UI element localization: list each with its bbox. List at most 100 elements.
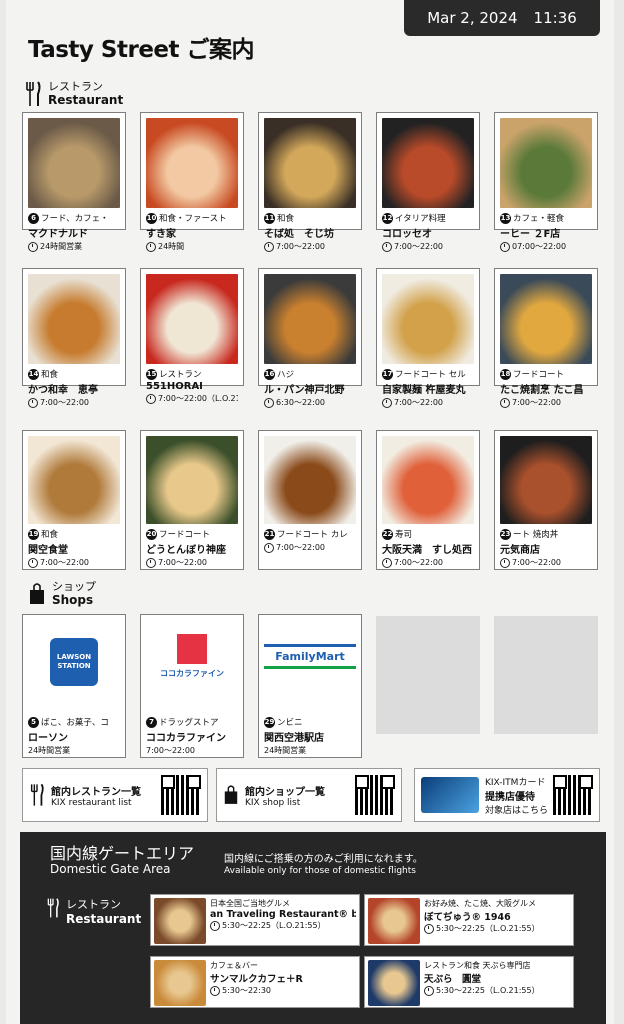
restaurant-hours: 7:00〜22:00 bbox=[276, 543, 326, 552]
restaurant-category-row: 16 ハジ bbox=[264, 368, 356, 380]
restaurant-list-link[interactable]: 館内レストラン一覧 KIX restaurant list bbox=[22, 768, 208, 822]
restaurant-name: たこ焼割烹 たこ昌 bbox=[500, 385, 584, 396]
domestic-restaurant-card[interactable]: レストラン和食 天ぷら専門店 天ぷら 圓堂 5:30〜22:25（L.O.21:… bbox=[364, 956, 574, 1008]
domestic-restaurant-photo bbox=[368, 960, 420, 1006]
restaurant-card[interactable]: 12 イタリア料理 コロッセオ 7:00〜22:00 bbox=[376, 112, 480, 252]
shop-hours-row: 7:00〜22:00 bbox=[146, 745, 238, 756]
restaurant-card[interactable]: 6 フード、カフェ・ マクドナルド 24時間営業 bbox=[22, 112, 126, 252]
restaurant-hours-row: 7:00〜22:00 bbox=[382, 241, 474, 252]
shop-card[interactable]: FamilyMart 29 ンビニ 関西空港駅店 24時間営業 bbox=[258, 614, 362, 758]
cocokara-logo-text: ココカラファイン bbox=[160, 669, 224, 678]
restaurant-hours: 7:00〜22:00 bbox=[394, 398, 444, 407]
restaurant-hours: 7:00〜22:00 bbox=[158, 558, 208, 567]
domestic-restaurant-hours: 5:30〜22:30 bbox=[222, 986, 272, 995]
clock-icon bbox=[210, 985, 220, 996]
domestic-title-en: Domestic Gate Area bbox=[50, 862, 171, 876]
restaurant-category: 和食 bbox=[277, 214, 295, 224]
domestic-section-jp: レストラン bbox=[66, 898, 121, 911]
restaurant-list-jp: 館内レストラン一覧 bbox=[51, 786, 141, 798]
shop-name: ローソン bbox=[28, 733, 68, 744]
restaurant-card[interactable]: 11 和食 そば処 そじ坊 7:00〜22:00 bbox=[258, 112, 362, 252]
domestic-restaurant-name: an Traveling Restaurant® by BC bbox=[210, 909, 356, 920]
restaurant-category-row: 13 カフェ・軽食 bbox=[500, 212, 592, 224]
domestic-restaurant-hours: 5:30〜22:25（L.O.21:55） bbox=[436, 924, 540, 933]
restaurant-name: そば処 そじ坊 bbox=[264, 229, 334, 240]
restaurant-category: レストラン bbox=[159, 370, 202, 380]
store-number: 21 bbox=[264, 528, 275, 540]
shop-section-jp: ショップ bbox=[52, 580, 96, 593]
fork-knife-icon bbox=[26, 81, 41, 106]
restaurant-name: コロッセオ bbox=[382, 229, 432, 240]
store-number: 13 bbox=[500, 212, 511, 224]
domestic-note-jp: 国内線にご搭乗の方のみご利用になれます。 bbox=[224, 854, 423, 865]
restaurant-hours-row: 7:00〜22:00（L.O.21 bbox=[146, 393, 238, 404]
store-number: 12 bbox=[382, 212, 393, 224]
restaurant-category: 和食・ファースト bbox=[159, 214, 227, 224]
restaurant-card[interactable]: 19 和食 関空食堂 7:00〜22:00 bbox=[22, 430, 126, 570]
restaurant-card[interactable]: 22 寿司 大阪天満 すし処西 7:00〜22:00 bbox=[376, 430, 480, 570]
domestic-restaurant-card[interactable]: 日本全国ご当地グルメ an Traveling Restaurant® by B… bbox=[150, 894, 360, 946]
restaurant-card[interactable]: 18 フードコート たこ焼割烹 たこ昌 7:00〜22:00 bbox=[494, 268, 598, 408]
shop-list-jp: 館内ショップ一覧 bbox=[245, 786, 325, 798]
restaurant-list-en: KIX restaurant list bbox=[51, 797, 132, 808]
restaurant-photo bbox=[382, 118, 474, 208]
shop-hours: 24時間営業 bbox=[28, 746, 71, 755]
restaurant-photo bbox=[28, 436, 120, 524]
shop-logo-area: ココカラファイン bbox=[146, 620, 238, 712]
domestic-restaurant-card[interactable]: カフェ＆バー サンマルクカフェ＋R 5:30〜22:30 bbox=[150, 956, 360, 1008]
domestic-title-jp: 国内線ゲートエリア bbox=[50, 844, 195, 863]
shop-list-link[interactable]: 館内ショップ一覧 KIX shop list bbox=[216, 768, 402, 822]
restaurant-card[interactable]: 14 和食 かつ和幸 恵亭 7:00〜22:00 bbox=[22, 268, 126, 408]
restaurant-photo bbox=[146, 118, 238, 208]
restaurant-category-row: 10 和食・ファースト bbox=[146, 212, 238, 224]
restaurant-card[interactable]: 10 和食・ファースト すき家 24時間 bbox=[140, 112, 244, 252]
restaurant-card[interactable]: 13 カフェ・軽食 ーヒー ２F店 07:00〜22:00 bbox=[494, 112, 598, 252]
kix-card-link[interactable]: KIX-ITMカード 提携店優待 対象店はこちら bbox=[414, 768, 600, 822]
restaurant-card[interactable]: 16 ハジ ル・パン神戸北野 6:30〜22:00 bbox=[258, 268, 362, 408]
domestic-restaurant-name: 天ぷら 圓堂 bbox=[424, 974, 482, 985]
restaurant-card[interactable]: 20 フードコート どうとんぼり神座 7:00〜22:00 bbox=[140, 430, 244, 570]
restaurant-hours: 7:00〜22:00 bbox=[512, 398, 562, 407]
restaurant-hours-row: 7:00〜22:00 bbox=[500, 557, 592, 568]
restaurant-hours: 7:00〜22:00 bbox=[512, 558, 562, 567]
qr-code bbox=[355, 775, 395, 815]
familymart-logo-text: FamilyMart bbox=[275, 650, 345, 663]
restaurant-hours-row: 7:00〜22:00 bbox=[382, 397, 474, 408]
shop-card[interactable]: ココカラファイン 7 ドラッグストア ココカラファイン 7:00〜22:00 bbox=[140, 614, 244, 758]
domestic-restaurant-hours: 5:30〜22:25（L.O.21:55） bbox=[222, 921, 326, 930]
restaurant-card[interactable]: 21 フードコート カレ 7:00〜22:00 bbox=[258, 430, 362, 570]
fork-knife-icon bbox=[30, 783, 44, 806]
store-number: 11 bbox=[264, 212, 275, 224]
restaurant-category: フード、カフェ・ bbox=[41, 214, 109, 224]
domestic-restaurant-category: カフェ＆バー bbox=[210, 961, 258, 970]
shop-category-row: 7 ドラッグストア bbox=[146, 716, 238, 728]
restaurant-name: 551HORAI bbox=[146, 381, 203, 392]
clock-icon bbox=[146, 557, 156, 568]
restaurant-photo bbox=[146, 436, 238, 524]
restaurant-hours: 7:00〜22:00 bbox=[394, 242, 444, 251]
restaurant-name: ーヒー ２F店 bbox=[500, 229, 561, 240]
restaurant-hours-row: 7:00〜22:00 bbox=[28, 397, 120, 408]
restaurant-name: かつ和幸 恵亭 bbox=[28, 385, 98, 396]
shop-logo-area: LAWSON STATION bbox=[28, 620, 120, 712]
domestic-note-en: Available only for those of domestic fli… bbox=[224, 866, 416, 876]
shop-card[interactable]: LAWSON STATION 5 ばこ、お菓子、コ ローソン 24時間営業 bbox=[22, 614, 126, 758]
store-number: 6 bbox=[28, 212, 39, 224]
empty-shop-slot bbox=[376, 616, 480, 734]
store-number: 20 bbox=[146, 528, 157, 540]
restaurant-category-row: 17 フードコート セル bbox=[382, 368, 474, 380]
restaurant-category: イタリア料理 bbox=[395, 214, 446, 224]
restaurant-category: 和食 bbox=[41, 370, 59, 380]
store-number: 17 bbox=[382, 368, 393, 380]
restaurant-category-row: 15 レストラン bbox=[146, 368, 238, 380]
restaurant-card[interactable]: 23 ート 焼肉丼 元気商店 7:00〜22:00 bbox=[494, 430, 598, 570]
domestic-restaurant-hours-row: 5:30〜22:25（L.O.21:55） bbox=[424, 923, 540, 934]
restaurant-hours-row: 7:00〜22:00 bbox=[146, 557, 238, 568]
shop-name: 関西空港駅店 bbox=[264, 733, 324, 744]
clock-icon bbox=[28, 397, 38, 408]
restaurant-card[interactable]: 15 レストラン 551HORAI 7:00〜22:00（L.O.21 bbox=[140, 268, 244, 404]
clock-icon bbox=[146, 393, 156, 404]
domestic-restaurant-card[interactable]: お好み焼、たこ焼、大阪グルメ ぼてぢゅう® 1946 5:30〜22:25（L.… bbox=[364, 894, 574, 946]
restaurant-photo bbox=[28, 274, 120, 364]
restaurant-card[interactable]: 17 フードコート セル 自家製麺 杵屋麦丸 7:00〜22:00 bbox=[376, 268, 480, 408]
